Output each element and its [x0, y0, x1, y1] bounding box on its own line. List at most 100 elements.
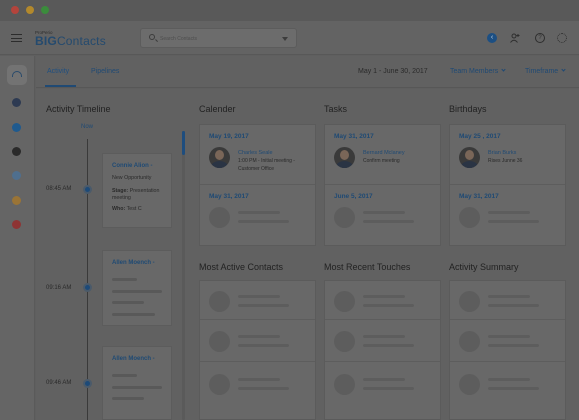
- dashboard-main: Activity Timeline Now 08:45 AM Connie Al…: [36, 89, 579, 420]
- placeholder-line: [112, 290, 162, 293]
- placeholder-line: [363, 304, 414, 307]
- placeholder-avatar: [459, 207, 480, 228]
- app-header: ProPerio BIGContacts ‹ ?: [0, 21, 579, 55]
- placeholder-line: [238, 295, 280, 298]
- rail-nav-item-1[interactable]: [12, 98, 21, 107]
- most-recent-card: [324, 280, 441, 420]
- placeholder-line: [112, 374, 137, 377]
- placeholder-avatar: [459, 374, 480, 395]
- placeholder-line: [488, 344, 539, 347]
- placeholder-line: [363, 220, 414, 223]
- most-active-title: Most Active Contacts: [199, 262, 284, 272]
- calendar-detail: Customer Office: [238, 166, 275, 172]
- placeholder-line: [112, 386, 162, 389]
- birthdays-card: May 25 , 2017 Brian Burks Rises Junne 36…: [449, 124, 566, 246]
- rail-nav-item-3[interactable]: [12, 147, 21, 156]
- placeholder-avatar: [334, 331, 355, 352]
- placeholder-avatar: [209, 331, 230, 352]
- rail-nav-item-2[interactable]: [12, 123, 21, 132]
- placeholder-avatar: [209, 291, 230, 312]
- placeholder-line: [112, 313, 155, 316]
- timeline-contact-name[interactable]: Allen Moench -: [112, 356, 171, 362]
- calendar-contact-name[interactable]: Charles Seale: [238, 150, 273, 156]
- add-user-icon[interactable]: [510, 33, 520, 43]
- placeholder-line: [488, 304, 539, 307]
- placeholder-avatar: [209, 374, 230, 395]
- activity-summary-card: [449, 280, 566, 420]
- chevron-down-icon: [501, 67, 506, 72]
- timeline-time: 09:16 AM: [46, 285, 72, 291]
- placeholder-line: [112, 301, 144, 304]
- maximize-window-button[interactable]: [41, 6, 49, 14]
- task-detail: Confirm meeting: [363, 158, 400, 164]
- timeline-now-label: Now: [81, 124, 94, 130]
- placeholder-line: [112, 278, 137, 281]
- placeholder-avatar: [459, 331, 480, 352]
- menu-icon[interactable]: [11, 34, 22, 42]
- placeholder-line: [238, 378, 280, 381]
- placeholder-line: [238, 344, 289, 347]
- dashboard-nav-button[interactable]: [7, 65, 27, 85]
- birthdays-title: Birthdays: [449, 104, 487, 114]
- placeholder-line: [238, 335, 280, 338]
- placeholder-line: [363, 295, 405, 298]
- back-icon[interactable]: ‹: [487, 33, 497, 43]
- placeholder-line: [363, 211, 405, 214]
- rail-nav-item-5[interactable]: [12, 196, 21, 205]
- search-dropdown-icon[interactable]: [282, 37, 288, 41]
- timeline-scrollbar-thumb[interactable]: [182, 131, 185, 155]
- rail-nav-item-4[interactable]: [12, 171, 21, 180]
- timeline-card[interactable]: Allen Moench -: [102, 346, 172, 420]
- timeline-who: Who: Test C: [112, 206, 142, 212]
- placeholder-avatar: [334, 374, 355, 395]
- avatar[interactable]: [334, 147, 355, 168]
- timeline-node: [83, 283, 92, 292]
- birthday-contact-name[interactable]: Brian Burks: [488, 150, 516, 156]
- search-icon: [149, 34, 155, 40]
- close-window-button[interactable]: [11, 6, 19, 14]
- timeline-time: 08:45 AM: [46, 186, 72, 192]
- timeline-contact-name[interactable]: Connie Alion -: [112, 163, 171, 169]
- timeline-contact-name[interactable]: Allen Moench -: [112, 260, 171, 266]
- placeholder-line: [488, 335, 530, 338]
- timeline-card[interactable]: Allen Moench -: [102, 250, 172, 326]
- help-icon[interactable]: ?: [535, 33, 545, 43]
- most-recent-title: Most Recent Touches: [324, 262, 411, 272]
- team-members-dropdown[interactable]: Team Members: [450, 67, 506, 75]
- timeline-scrollbar-track[interactable]: [182, 131, 185, 420]
- calendar-title: Calender: [199, 104, 236, 114]
- tab-pipelines[interactable]: Pipelines: [91, 68, 119, 75]
- avatar[interactable]: [459, 147, 480, 168]
- search-box[interactable]: [140, 28, 297, 48]
- gear-icon[interactable]: [557, 33, 567, 43]
- sub-navigation: Activity Pipelines May 1 - June 30, 2017…: [36, 56, 579, 88]
- minimize-window-button[interactable]: [26, 6, 34, 14]
- chevron-down-icon: [561, 67, 566, 72]
- calendar-date: May 31, 2017: [209, 193, 249, 200]
- timeline-card[interactable]: Connie Alion - New Opportunity Stage: Pr…: [102, 153, 172, 228]
- placeholder-avatar: [334, 207, 355, 228]
- tab-activity[interactable]: Activity: [47, 68, 69, 75]
- placeholder-line: [238, 211, 280, 214]
- divider: [325, 361, 440, 362]
- search-input[interactable]: [160, 33, 270, 44]
- placeholder-line: [488, 211, 530, 214]
- task-contact-name[interactable]: Bernard Mclaney: [363, 150, 405, 156]
- active-tab-indicator: [45, 85, 76, 87]
- placeholder-line: [363, 344, 414, 347]
- placeholder-line: [112, 397, 144, 400]
- tasks-title: Tasks: [324, 104, 348, 114]
- most-active-card: [199, 280, 316, 420]
- placeholder-line: [363, 378, 405, 381]
- app-logo[interactable]: ProPerio BIGContacts: [35, 30, 106, 47]
- date-range[interactable]: May 1 - June 30, 2017: [358, 68, 428, 75]
- placeholder-line: [488, 295, 530, 298]
- calendar-card: May 19, 2017 Charles Seale 1:00 PM - Ini…: [199, 124, 316, 246]
- timeframe-dropdown[interactable]: Timeframe: [525, 67, 566, 75]
- divider: [200, 184, 315, 185]
- rail-nav-item-6[interactable]: [12, 220, 21, 229]
- placeholder-avatar: [334, 291, 355, 312]
- placeholder-line: [238, 304, 289, 307]
- placeholder-line: [238, 220, 289, 223]
- avatar[interactable]: [209, 147, 230, 168]
